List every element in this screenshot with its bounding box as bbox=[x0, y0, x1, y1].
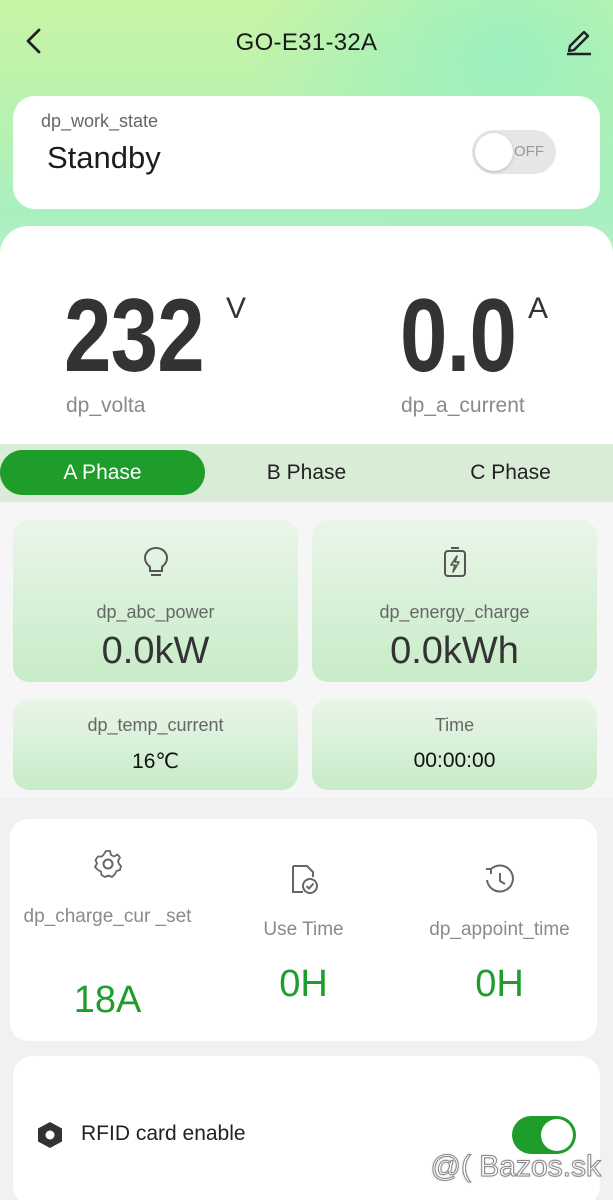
temperature-label: dp_temp_current bbox=[87, 715, 224, 735]
app-header: GO-E31-32A bbox=[0, 0, 613, 86]
watermark: @( Bazos.sk bbox=[430, 1150, 601, 1184]
battery-charge-icon bbox=[443, 547, 466, 577]
charge-current-setting[interactable]: dp_charge_cur _set 18A bbox=[10, 819, 205, 1041]
file-check-icon bbox=[291, 865, 318, 894]
gear-icon bbox=[93, 850, 122, 878]
voltage-value: 232 bbox=[64, 278, 205, 394]
charge-current-value: 18A bbox=[73, 979, 142, 1021]
work-state-value: Standby bbox=[47, 140, 161, 175]
charge-current-label: dp_charge_cur _set bbox=[23, 906, 192, 927]
current-label: dp_a_current bbox=[401, 394, 525, 417]
current-value: 0.0 bbox=[400, 278, 517, 394]
power-card: dp_abc_power 0.0kW bbox=[13, 520, 298, 682]
power-value: 0.0kW bbox=[101, 630, 210, 672]
lightbulb-icon bbox=[143, 546, 168, 576]
time-value: 00:00:00 bbox=[413, 749, 496, 772]
rfid-toggle[interactable] bbox=[512, 1116, 576, 1154]
work-state-card: dp_work_state Standby OFF bbox=[13, 96, 600, 209]
use-time-value: 0H bbox=[279, 963, 328, 1005]
work-state-label: dp_work_state bbox=[41, 111, 159, 131]
appoint-time-setting[interactable]: dp_appoint_time 0H bbox=[402, 819, 597, 1041]
hexagon-icon bbox=[38, 1122, 62, 1148]
page-title: GO-E31-32A bbox=[235, 29, 378, 56]
tab-c-phase[interactable]: C Phase bbox=[408, 450, 613, 495]
energy-card: dp_energy_charge 0.0kWh bbox=[312, 520, 597, 682]
temperature-value: 16℃ bbox=[132, 750, 179, 773]
temperature-card: dp_temp_current 16℃ bbox=[13, 699, 298, 790]
appoint-time-value: 0H bbox=[475, 963, 524, 1005]
use-time-label: Use Time bbox=[263, 919, 344, 940]
pencil-icon bbox=[567, 30, 591, 56]
appoint-time-label: dp_appoint_time bbox=[429, 919, 570, 940]
voltage-label: dp_volta bbox=[66, 394, 146, 417]
energy-label: dp_energy_charge bbox=[379, 602, 530, 622]
rfid-label: RFID card enable bbox=[81, 1122, 246, 1145]
power-label: dp_abc_power bbox=[96, 602, 215, 622]
tab-a-phase[interactable]: A Phase bbox=[0, 450, 205, 495]
stats-area: dp_abc_power 0.0kW dp_energy_charge 0.0k… bbox=[0, 502, 613, 798]
time-label: Time bbox=[434, 715, 475, 735]
toggle-off-text: OFF bbox=[514, 143, 544, 160]
phase-tab-bar: A Phase B Phase C Phase bbox=[0, 444, 613, 502]
time-card: Time 00:00:00 bbox=[312, 699, 597, 790]
current-unit: A bbox=[528, 292, 549, 325]
energy-value: 0.0kWh bbox=[390, 630, 519, 672]
toggle-knob bbox=[475, 133, 513, 171]
work-state-toggle[interactable]: OFF bbox=[472, 130, 556, 174]
tab-b-phase[interactable]: B Phase bbox=[204, 450, 409, 495]
toggle-knob bbox=[541, 1119, 573, 1151]
back-button[interactable] bbox=[20, 26, 50, 56]
edit-button[interactable] bbox=[563, 24, 595, 56]
settings-card: dp_charge_cur _set 18A Use Time 0H dp_ap… bbox=[10, 819, 597, 1041]
clock-history-icon bbox=[485, 864, 514, 893]
use-time-setting[interactable]: Use Time 0H bbox=[206, 819, 401, 1041]
voltage-unit: V bbox=[226, 292, 247, 325]
